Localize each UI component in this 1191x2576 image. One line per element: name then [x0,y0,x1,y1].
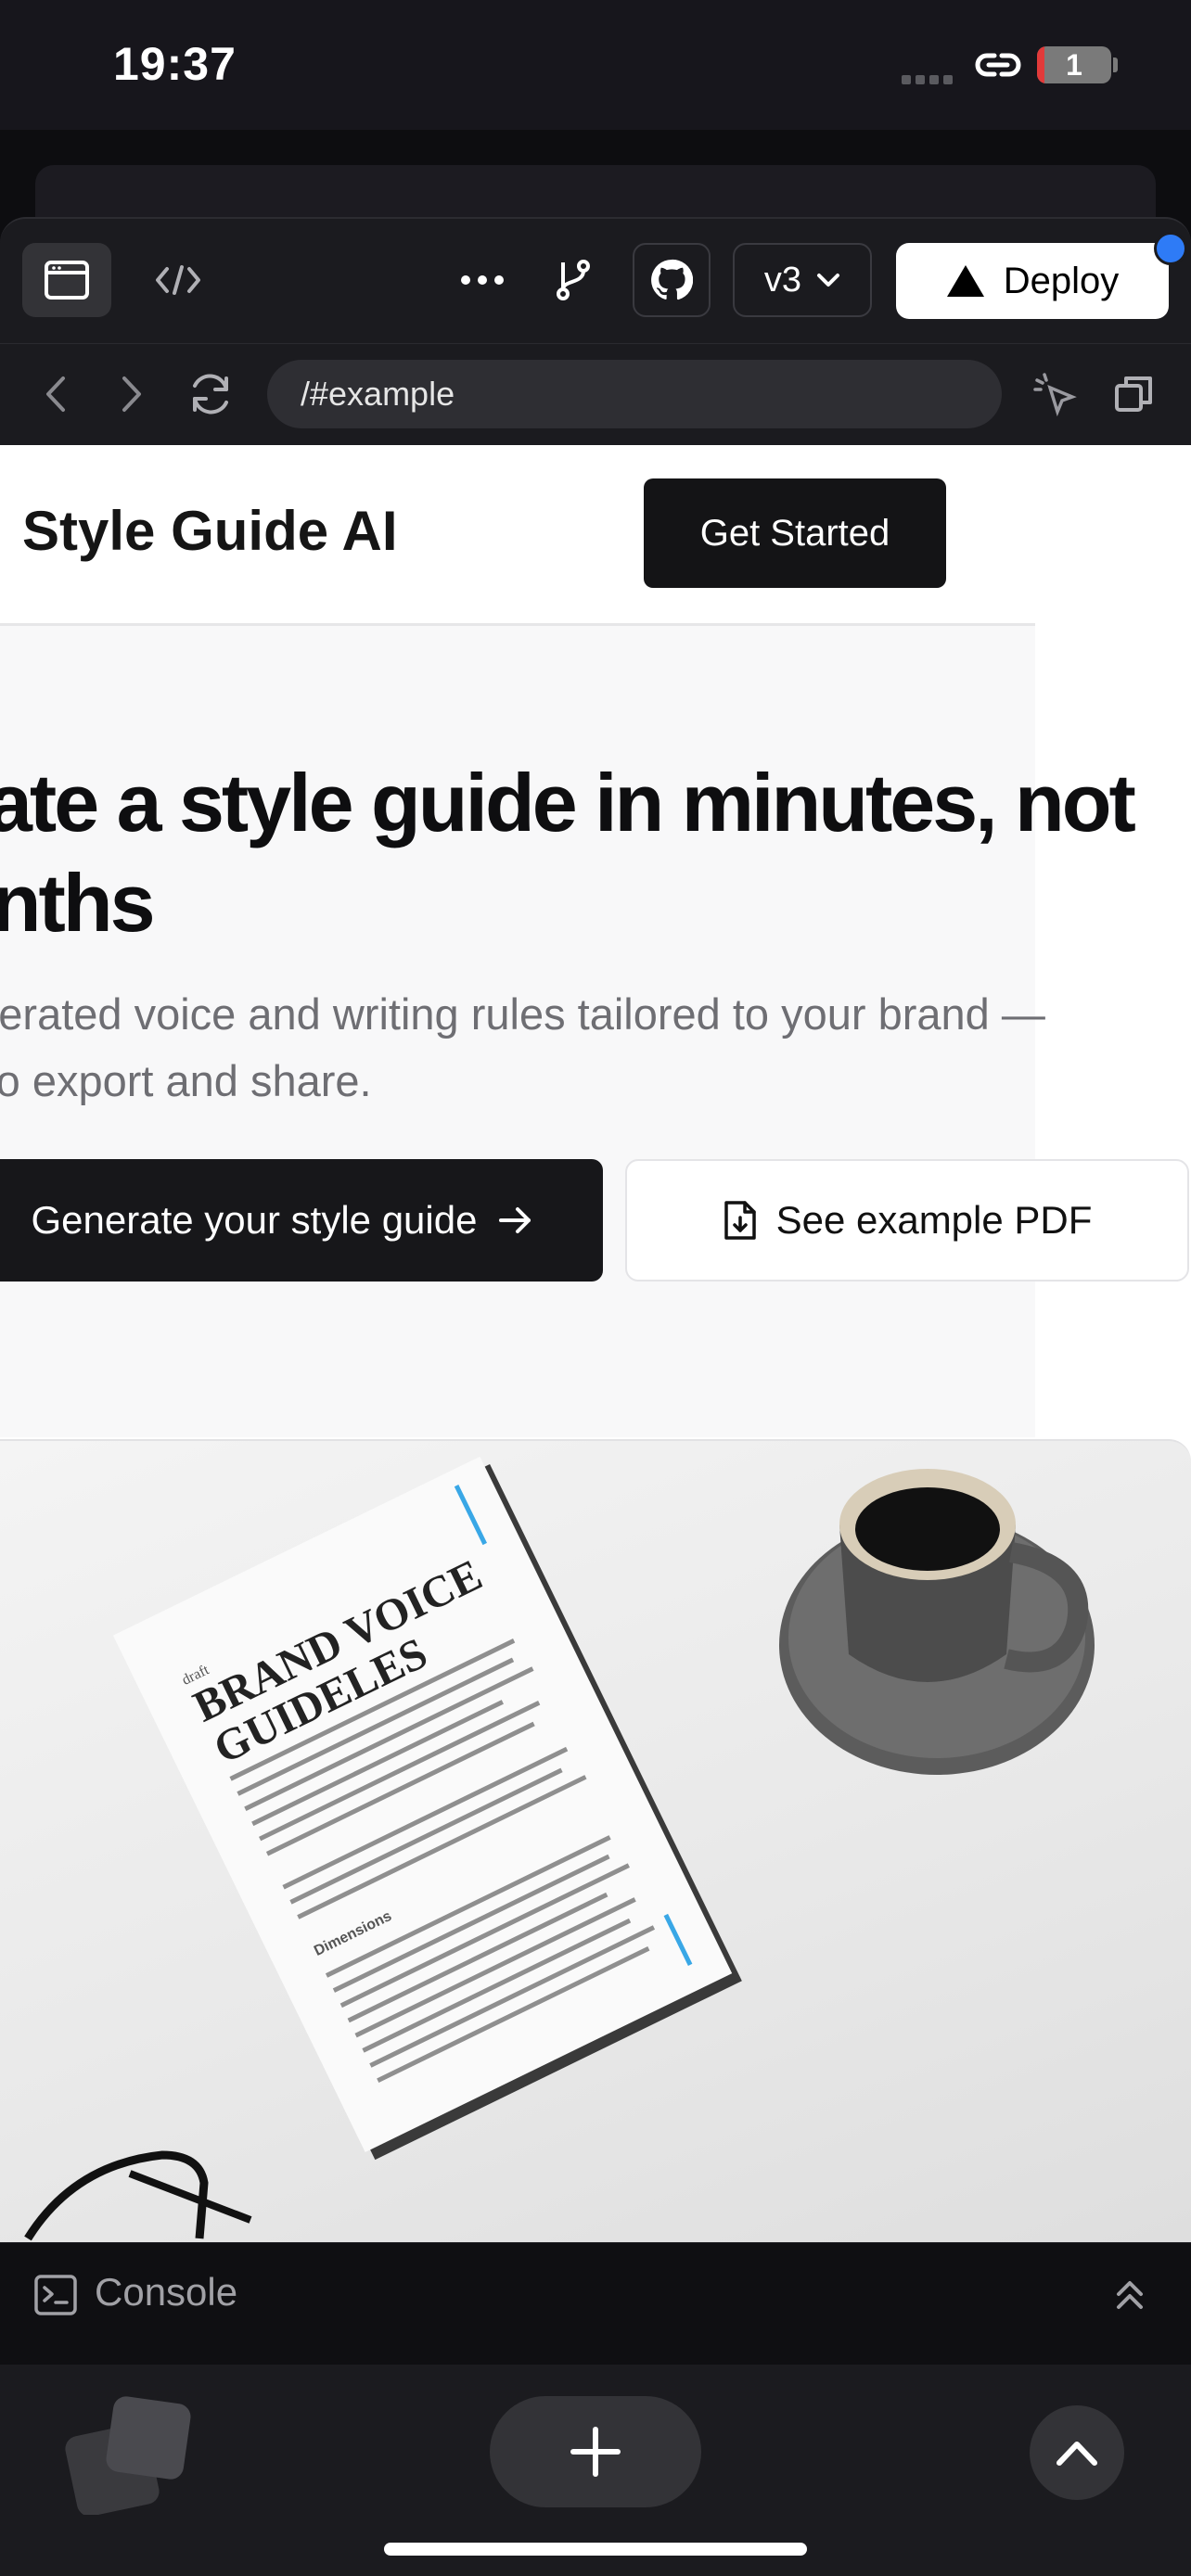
new-button[interactable] [490,2396,701,2507]
hero-image: draft BRAND VOICE GUIDELES Dimensions [0,1439,1191,2244]
deploy-label: Deploy [1003,260,1120,301]
sheet-background [35,165,1156,221]
link-icon [970,45,1026,90]
hero-subtitle: enerated voice and writing rules tailore… [0,981,1191,1115]
more-button[interactable] [453,250,512,310]
get-started-button[interactable]: Get Started [644,478,946,588]
battery-nub [1113,57,1118,72]
arrow-right-icon [499,1207,531,1233]
expand-up-icon[interactable] [1111,2274,1148,2321]
generate-label: Generate your style guide [31,1198,478,1242]
version-label: v3 [763,260,802,300]
preview-button[interactable] [22,243,111,317]
cursor-select-icon[interactable] [1031,371,1078,422]
notification-dot [1154,232,1187,265]
branch-button[interactable] [544,250,603,310]
see-example-pdf-button[interactable]: See example PDF [625,1159,1189,1282]
code-button[interactable] [148,250,208,310]
version-select[interactable]: v3 [733,243,872,317]
code-icon [156,265,200,295]
hero-headline-line-1: eate a style guide in minutes, not [0,757,1136,848]
tabs-icon[interactable] [65,2394,195,2519]
see-example-label: See example PDF [775,1198,1093,1242]
site-brand[interactable]: Style Guide AI [22,499,398,563]
hero-subtitle-line-1: enerated voice and writing rules tailore… [0,989,1045,1039]
github-icon [651,259,693,300]
plus-icon [570,2427,621,2477]
scroll-up-button[interactable] [1030,2405,1124,2500]
github-button[interactable] [633,243,711,317]
chevron-down-icon [817,274,840,287]
header-divider [0,623,1035,626]
url-input[interactable]: /#example [267,360,1002,428]
status-time: 19:37 [113,38,237,90]
terminal-icon [33,2274,78,2321]
copy-icon[interactable] [1111,371,1158,422]
hero-headline: eate a style guide in minutes, not onths [0,753,1191,953]
chevron-up-icon [1057,2442,1097,2466]
hero-subtitle-line-2: y to export and share. [0,1056,372,1105]
branch-icon [557,260,590,300]
file-download-icon [724,1201,756,1240]
back-icon[interactable] [37,371,74,422]
hero-headline-line-2: onths [0,857,156,949]
more-icon [461,275,504,285]
generate-style-guide-button[interactable]: Generate your style guide [0,1159,603,1282]
triangle-icon [946,265,984,297]
battery-icon: 1 [1037,46,1111,83]
preview-icon [45,261,89,300]
console-label: Console [95,2270,238,2314]
refresh-icon[interactable] [186,371,236,422]
home-indicator [384,2543,807,2556]
forward-icon[interactable] [113,371,150,422]
deploy-button[interactable]: Deploy [896,243,1169,319]
signal-icon [902,72,957,89]
